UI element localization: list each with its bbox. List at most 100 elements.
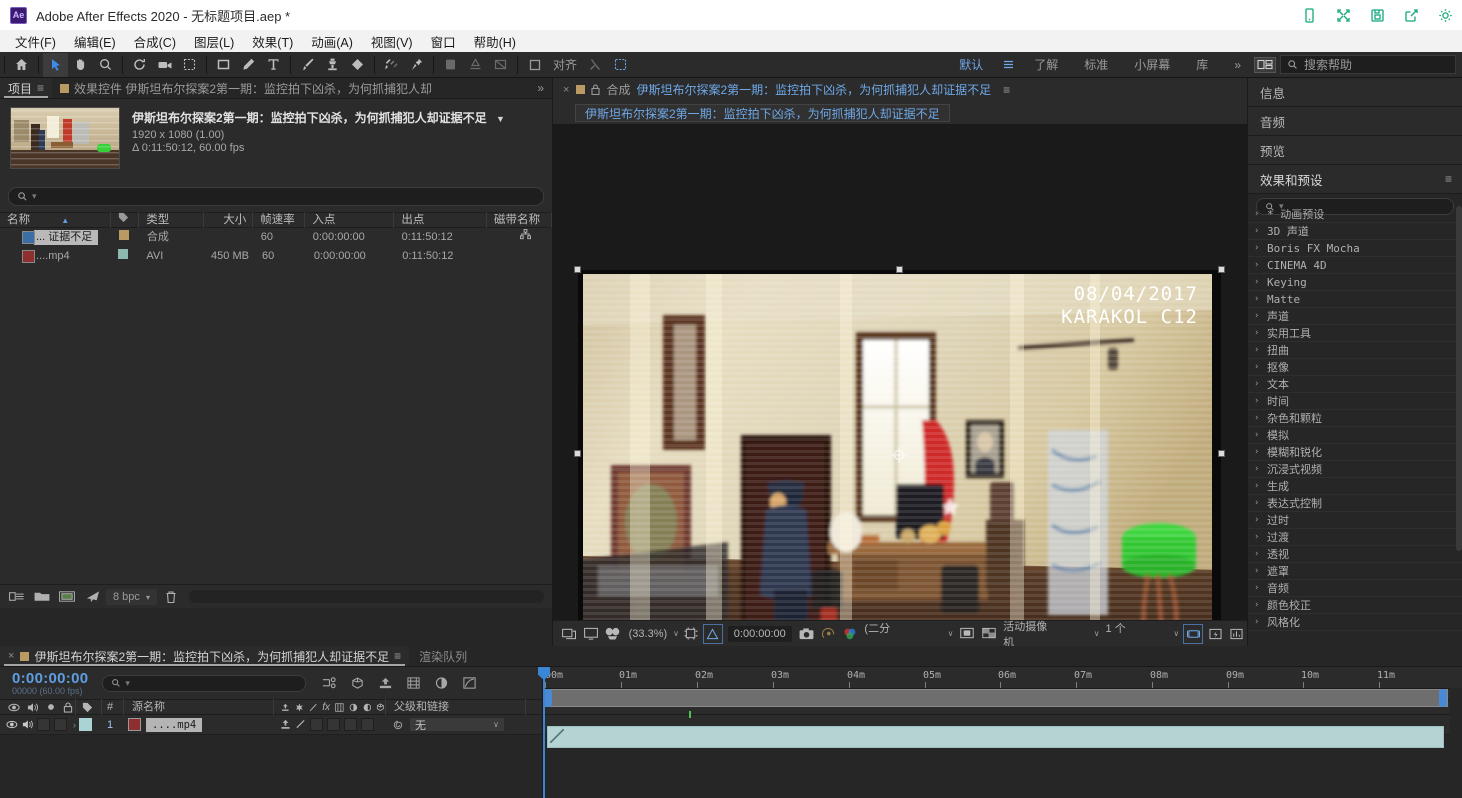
frame-blend-icon[interactable] [335, 702, 344, 713]
close-tab-icon[interactable]: × [563, 84, 569, 96]
selection-handle[interactable] [574, 450, 581, 457]
chevron-right-icon[interactable]: › [1254, 328, 1262, 338]
channel-selector-icon[interactable] [841, 624, 861, 644]
motion-blur-icon[interactable] [432, 674, 450, 692]
timeline-current-time[interactable]: 0:00:00:00 00000 (60.00 fps) [0, 670, 88, 696]
shape-tool-icon[interactable] [211, 53, 236, 77]
list-item[interactable]: ›实用工具 [1248, 325, 1462, 342]
chevron-right-icon[interactable]: › [1254, 345, 1262, 355]
col-tape-name[interactable]: 磁带名称 [487, 212, 552, 228]
region-of-interest-icon[interactable] [681, 624, 701, 644]
snap-box-icon[interactable] [608, 53, 633, 77]
chevron-right-icon[interactable]: › [1254, 311, 1262, 321]
snap-magnet-icon[interactable] [583, 53, 608, 77]
adjustment-toggle[interactable] [361, 718, 374, 731]
row-label-cell[interactable] [112, 228, 140, 247]
effects-icon[interactable]: fx [322, 702, 330, 713]
quality-icon[interactable] [295, 719, 306, 730]
list-item[interactable]: ›颜色校正 [1248, 597, 1462, 614]
panel-divider[interactable] [1247, 78, 1248, 646]
workspace-menu-icon[interactable] [996, 53, 1021, 77]
list-item[interactable]: ›透视 [1248, 546, 1462, 563]
list-item[interactable]: ›模糊和锐化 [1248, 444, 1462, 461]
lock-icon[interactable] [63, 702, 73, 713]
list-item[interactable]: ›表达式控制 [1248, 495, 1462, 512]
resolution-dropdown[interactable]: (二分_ ∨ [862, 620, 955, 648]
eraser-tool-icon[interactable] [345, 53, 370, 77]
parent-link-header[interactable]: 父级和链接 [386, 699, 526, 715]
list-item[interactable]: ›文本 [1248, 376, 1462, 393]
project-tabs-overflow[interactable]: » [529, 78, 552, 98]
render-toggle-icon[interactable] [603, 624, 623, 644]
3d-layer-icon[interactable] [376, 702, 385, 713]
motion-blur-icon[interactable] [349, 702, 358, 713]
pen-tool-icon[interactable] [236, 53, 261, 77]
eye-icon[interactable] [6, 720, 18, 729]
list-item[interactable]: ›风格化 [1248, 614, 1462, 631]
list-item[interactable]: ›声道 [1248, 308, 1462, 325]
list-item[interactable]: ›Matte [1248, 291, 1462, 308]
workspace-small-screen[interactable]: 小屏幕 [1121, 56, 1183, 73]
menu-window[interactable]: 窗口 [422, 30, 465, 53]
chevron-right-icon[interactable]: › [1254, 481, 1262, 491]
collapse-transform-icon[interactable] [295, 702, 304, 713]
main-viewer-icon[interactable] [581, 624, 601, 644]
chevron-right-icon[interactable]: › [1254, 515, 1262, 525]
project-settings-icon[interactable] [81, 587, 103, 607]
home-icon[interactable] [9, 53, 34, 77]
camera-tool-icon[interactable] [152, 53, 177, 77]
motion-blur-toggle[interactable] [344, 718, 357, 731]
comp-name-chip[interactable]: 伊斯坦布尔探案2第一期：监控拍下凶杀，为何抓捕犯人却证据不足 [575, 104, 950, 122]
col-framerate[interactable]: 帧速率 [253, 212, 305, 228]
list-item[interactable]: ›抠像 [1248, 359, 1462, 376]
comp-panel-menu-icon[interactable]: ≡ [1003, 83, 1010, 97]
menu-animation[interactable]: 动画(A) [302, 30, 362, 53]
menu-view[interactable]: 视图(V) [362, 30, 422, 53]
align-label[interactable]: 对齐 [547, 56, 583, 73]
text-tool-icon[interactable] [261, 53, 286, 77]
menu-file[interactable]: 文件(F) [6, 30, 65, 53]
chevron-right-icon[interactable]: › [1254, 277, 1262, 287]
draft-3d-icon[interactable] [348, 674, 366, 692]
workspace-standard[interactable]: 标准 [1071, 56, 1121, 73]
snapshot-camera-icon[interactable] [797, 624, 817, 644]
search-dropdown-icon[interactable]: ▾ [125, 678, 130, 689]
layer-label-cell[interactable] [76, 718, 102, 731]
tab-effect-controls[interactable]: 效果控件 伊斯坦布尔探案2第一期：监控拍下凶杀，为何抓捕犯人却 [52, 78, 440, 98]
search-dropdown-icon[interactable]: ▾ [32, 191, 37, 202]
section-info[interactable]: 信息 [1248, 78, 1462, 107]
workspace-default[interactable]: 默认 [946, 56, 996, 73]
solo-icon[interactable] [46, 702, 56, 712]
panel-divider[interactable] [552, 78, 553, 646]
effects-panel-menu-icon[interactable]: ≡ [1445, 172, 1452, 186]
transparency-grid-icon[interactable] [703, 624, 723, 644]
list-item[interactable]: ›Keying [1248, 274, 1462, 291]
audio-icon[interactable] [27, 702, 39, 713]
menu-composition[interactable]: 合成(C) [125, 30, 185, 53]
time-ruler[interactable]: 00m 01m 02m 03m 04m 05m 06m 07m 08m 09m … [543, 667, 1462, 689]
table-row[interactable]: ... 证据不足 合成 60 0:00:00:00 0:11:50:12 [0, 228, 552, 247]
workspace-learn[interactable]: 了解 [1021, 56, 1071, 73]
character-align-icon[interactable] [438, 53, 463, 77]
chevron-right-icon[interactable]: › [1254, 260, 1262, 270]
chevron-right-icon[interactable]: › [1254, 464, 1262, 474]
selection-tool-icon[interactable] [43, 53, 68, 77]
timeline-flow-icon[interactable] [1227, 624, 1247, 644]
section-audio[interactable]: 音频 [1248, 107, 1462, 136]
comp-name-label[interactable]: 伊斯坦布尔探案2第一期：监控拍下凶杀，为何抓捕犯人却证据不足 [636, 81, 991, 98]
camera-dropdown[interactable]: 活动摄像机 ∨ [1001, 618, 1101, 650]
chevron-right-icon[interactable]: › [1254, 583, 1262, 593]
selection-handle[interactable] [574, 266, 581, 273]
zoom-tool-icon[interactable] [93, 53, 118, 77]
selection-handle[interactable] [1218, 266, 1225, 273]
col-type[interactable]: 类型 [139, 212, 204, 228]
eye-icon[interactable] [8, 703, 20, 712]
list-item[interactable]: ›3D 声道 [1248, 223, 1462, 240]
col-name[interactable]: 名称 ▲ [0, 212, 111, 228]
chevron-right-icon[interactable]: › [1254, 566, 1262, 576]
clone-stamp-tool-icon[interactable] [320, 53, 345, 77]
zoom-chevron-icon[interactable]: ∨ [673, 629, 679, 638]
list-item[interactable]: ›模拟 [1248, 427, 1462, 444]
settings-gear-icon[interactable] [1428, 0, 1462, 30]
video-frame-container[interactable]: 08/04/2017 KARAKOL C12 [578, 270, 1221, 636]
